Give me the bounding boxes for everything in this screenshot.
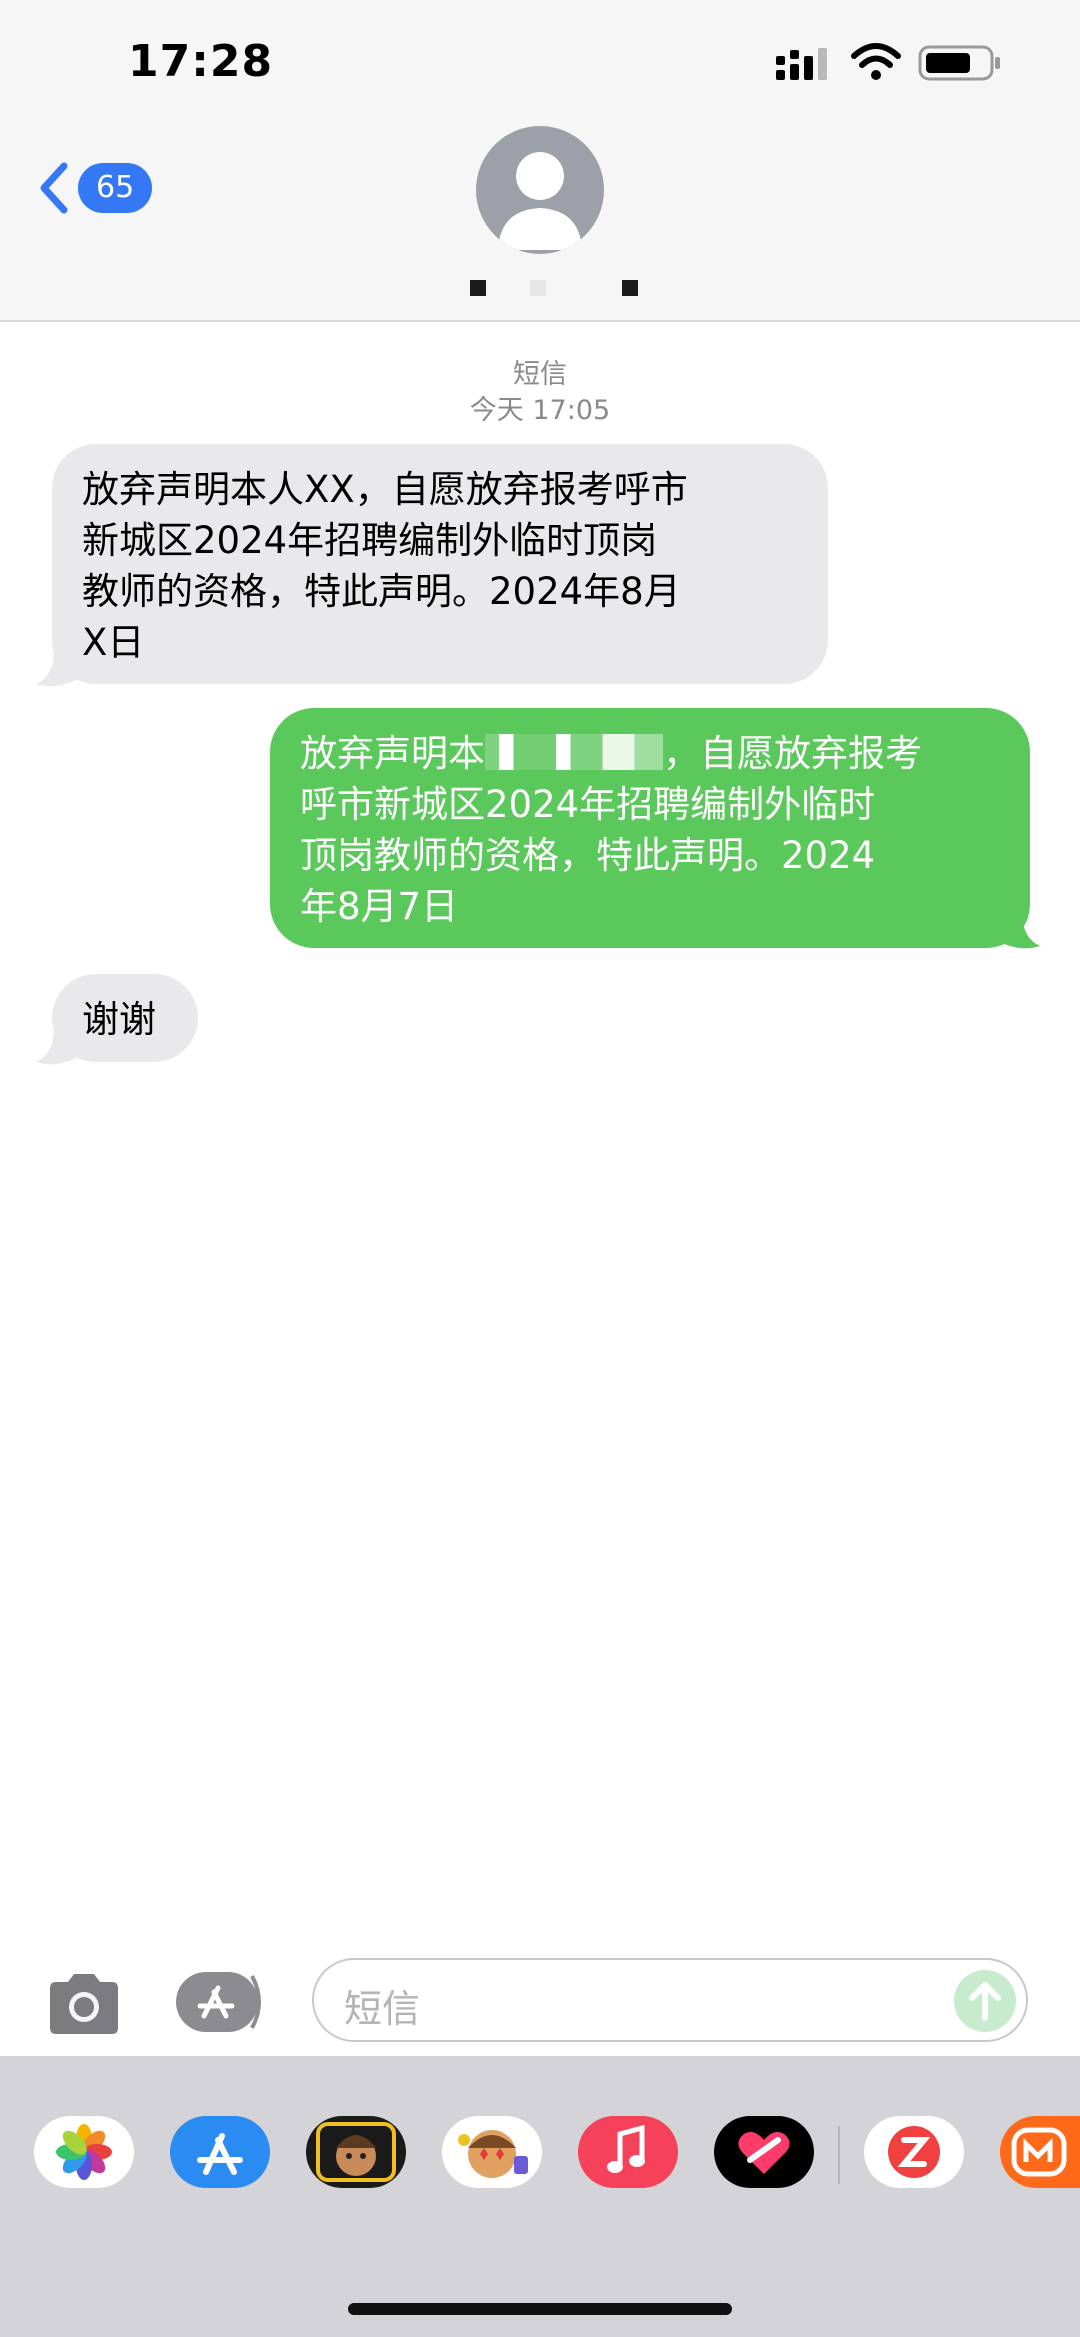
redaction-mosaic (485, 734, 663, 770)
animoji-icon[interactable] (442, 2116, 542, 2188)
cellular-signal-icon (776, 48, 827, 80)
message-line: 放弃声明本人XX，自愿放弃报考呼市 (82, 468, 688, 511)
message-line: 谢谢 (82, 998, 156, 1041)
music-app-icon[interactable] (578, 2116, 678, 2188)
message-line-redacted: 放弃声明本 ，自愿放弃报考 (300, 728, 1000, 779)
message-line: X日 (82, 621, 145, 664)
chevron-left-icon (40, 162, 68, 214)
contact-name-redacted[interactable] (450, 276, 638, 300)
send-button[interactable] (954, 1970, 1016, 2032)
outgoing-message[interactable]: 放弃声明本 ，自愿放弃报考 呼市新城区2024年招聘编制外临时 顶岗教师的资格，特… (270, 708, 1030, 948)
apps-button[interactable] (174, 1970, 266, 2034)
imessage-app-drawer (0, 2056, 1080, 2337)
mango-tv-app-icon[interactable] (1000, 2116, 1080, 2188)
message-text: ，自愿放弃报考 (663, 732, 922, 775)
wifi-icon (851, 43, 901, 80)
message-text: 放弃声明本 (300, 732, 485, 775)
battery-icon (918, 45, 1000, 81)
message-input-placeholder: 短信 (344, 1987, 421, 2031)
message-line: 新城区2024年招聘编制外临时顶岗 (82, 519, 658, 562)
nav-header: 17:28 65 (0, 0, 1080, 322)
message-line: 顶岗教师的资格，特此声明。2024 (300, 834, 876, 877)
camera-icon[interactable] (44, 1972, 124, 2036)
person-icon (498, 152, 582, 250)
drawer-divider (838, 2126, 840, 2184)
back-button[interactable]: 65 (36, 158, 153, 218)
incoming-message[interactable]: 谢谢 (52, 974, 198, 1062)
message-line: 呼市新城区2024年招聘编制外临时 (300, 783, 876, 826)
photos-app-icon[interactable] (34, 2116, 134, 2188)
status-time: 17:28 (128, 36, 274, 87)
unread-count-badge: 65 (78, 163, 153, 213)
home-indicator[interactable] (348, 2303, 732, 2315)
fitness-app-icon[interactable] (714, 2116, 814, 2188)
memoji-stickers-icon[interactable] (306, 2116, 406, 2188)
app-store-icon (176, 1972, 261, 2032)
service-label: 短信 (513, 359, 567, 390)
message-timestamp: 今天 17:05 (469, 395, 611, 426)
message-line: 年8月7日 (300, 885, 459, 928)
message-line: 教师的资格，特此声明。2024年8月 (82, 570, 681, 613)
arrow-up-icon (969, 1982, 1001, 2021)
message-input[interactable]: 短信 (312, 1958, 1028, 2042)
app-store-app-icon[interactable] (170, 2116, 270, 2188)
incoming-message[interactable]: 放弃声明本人XX，自愿放弃报考呼市 新城区2024年招聘编制外临时顶岗 教师的资… (52, 444, 828, 684)
zhihu-app-icon[interactable] (864, 2116, 964, 2188)
contact-avatar[interactable] (476, 126, 604, 254)
